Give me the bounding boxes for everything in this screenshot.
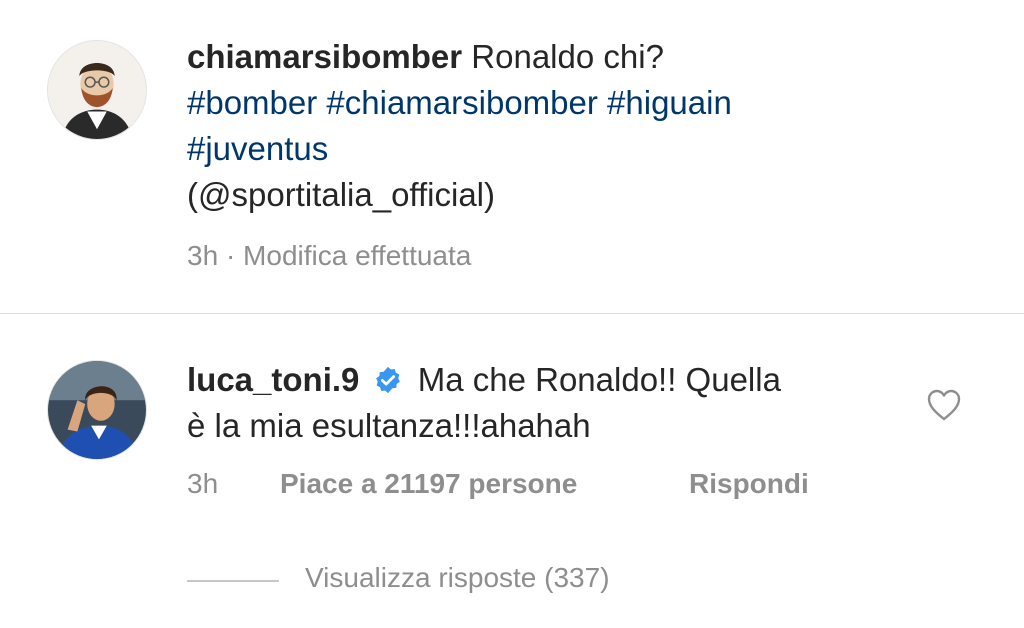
caption-hashtags-line1[interactable]: #bomber #chiamarsibomber #higuain (187, 84, 732, 121)
caption-hashtags-line2[interactable]: #juventus (187, 130, 328, 167)
comment-meta: 3h Piace a 21197 persone Rispondi (0, 468, 1024, 508)
caption-mention[interactable]: (@sportitalia_official) (187, 176, 495, 213)
comment-time: 3h (187, 468, 219, 499)
caption-divider (0, 313, 1024, 314)
reply-button[interactable]: Rispondi (689, 468, 809, 500)
comment-text-line2: è la mia esultanza!!!ahahah (187, 407, 591, 444)
comment-likes-link[interactable]: Piace a 21197 persone (280, 468, 577, 500)
comment-avatar[interactable] (47, 360, 147, 460)
comment-username[interactable]: luca_toni.9 (187, 361, 359, 398)
caption-meta: 3h · Modifica effettuata (187, 240, 471, 272)
view-replies-button[interactable]: Visualizza risposte (337) (305, 562, 610, 594)
caption-edited-label: Modifica effettuata (243, 240, 472, 271)
comment-text-line1: Ma che Ronaldo!! Quella (417, 361, 781, 398)
post-caption: chiamarsibomber Ronaldo chi? #bomber #ch… (0, 0, 1024, 313)
like-heart-icon[interactable] (926, 388, 962, 422)
caption-separator: · (225, 240, 236, 271)
caption-text: Ronaldo chi? (471, 38, 664, 75)
football-player-avatar-icon (48, 361, 146, 459)
bearded-man-avatar-icon (48, 41, 146, 139)
caption-text-block: chiamarsibomber Ronaldo chi? #bomber #ch… (187, 34, 907, 218)
caption-time: 3h (187, 240, 219, 271)
verified-badge-icon (375, 366, 400, 394)
comment-text-block: luca_toni.9 Ma che Ronaldo!! Quella è la… (187, 357, 887, 449)
caption-avatar[interactable] (47, 40, 147, 140)
replies-divider-line (187, 580, 279, 582)
caption-username[interactable]: chiamarsibomber (187, 38, 462, 75)
